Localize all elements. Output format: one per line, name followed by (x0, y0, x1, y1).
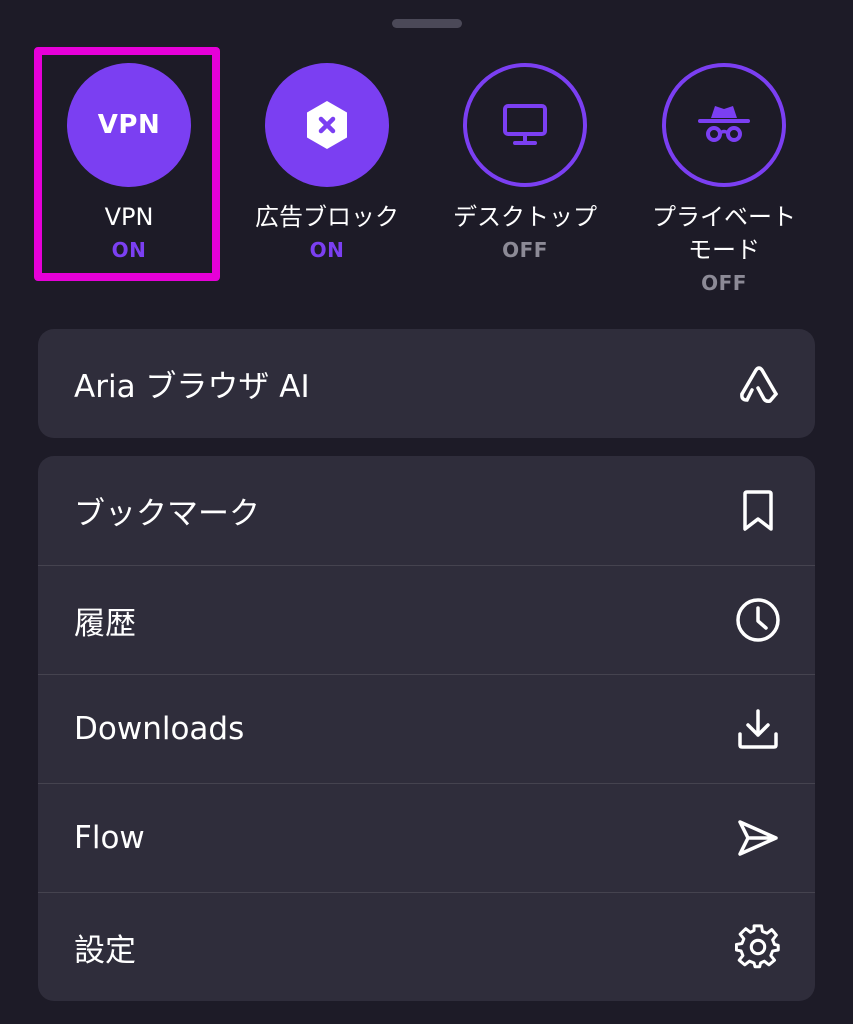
menu-item-history[interactable]: 履歴 (38, 565, 815, 674)
ad-block-button[interactable] (265, 63, 389, 187)
download-icon (735, 706, 781, 752)
send-icon (735, 815, 781, 861)
monitor-icon (503, 104, 547, 145)
aria-card: Aria ブラウザ AI (38, 329, 815, 438)
menu-sheet: VPN VPN ON 広告ブロック ON デスクトップ OFF プライベート モ… (0, 0, 853, 1024)
menu-item-flow[interactable]: Flow (38, 783, 815, 892)
private-mode-button[interactable] (662, 63, 786, 187)
menu-item-label: Flow (74, 820, 145, 856)
desktop-label: デスクトップ (453, 203, 597, 231)
desktop-button[interactable] (463, 63, 587, 187)
vpn-highlight-frame (34, 47, 220, 281)
menu-card: ブックマーク 履歴 Downloads Flow 設定 (38, 456, 815, 1001)
sheet-grabber[interactable] (392, 19, 462, 28)
ad-block-label: 広告ブロック (255, 203, 399, 231)
desktop-state: OFF (502, 238, 548, 262)
menu-item-label: Downloads (74, 711, 245, 747)
menu-item-label: 履歴 (74, 605, 136, 642)
block-icon (307, 101, 347, 149)
bookmark-icon (735, 488, 781, 534)
aria-row[interactable]: Aria ブラウザ AI (38, 329, 815, 438)
desktop-toggle[interactable]: デスクトップ OFF (435, 63, 615, 262)
clock-icon (735, 597, 781, 643)
incognito-icon (698, 106, 750, 142)
aria-label: Aria ブラウザ AI (74, 369, 310, 405)
private-mode-label: プライベート モード (652, 203, 796, 264)
menu-item-bookmarks[interactable]: ブックマーク (38, 456, 815, 565)
private-mode-toggle[interactable]: プライベート モード OFF (634, 63, 814, 295)
menu-item-label: ブックマーク (74, 496, 260, 532)
ad-block-state: ON (309, 238, 345, 262)
menu-item-settings[interactable]: 設定 (38, 892, 815, 1001)
menu-item-label: 設定 (74, 932, 136, 969)
private-mode-state: OFF (701, 271, 747, 295)
ad-block-toggle[interactable]: 広告ブロック ON (237, 63, 417, 262)
menu-item-downloads[interactable]: Downloads (38, 674, 815, 783)
aria-logo-icon (735, 361, 781, 407)
gear-icon (735, 924, 781, 970)
